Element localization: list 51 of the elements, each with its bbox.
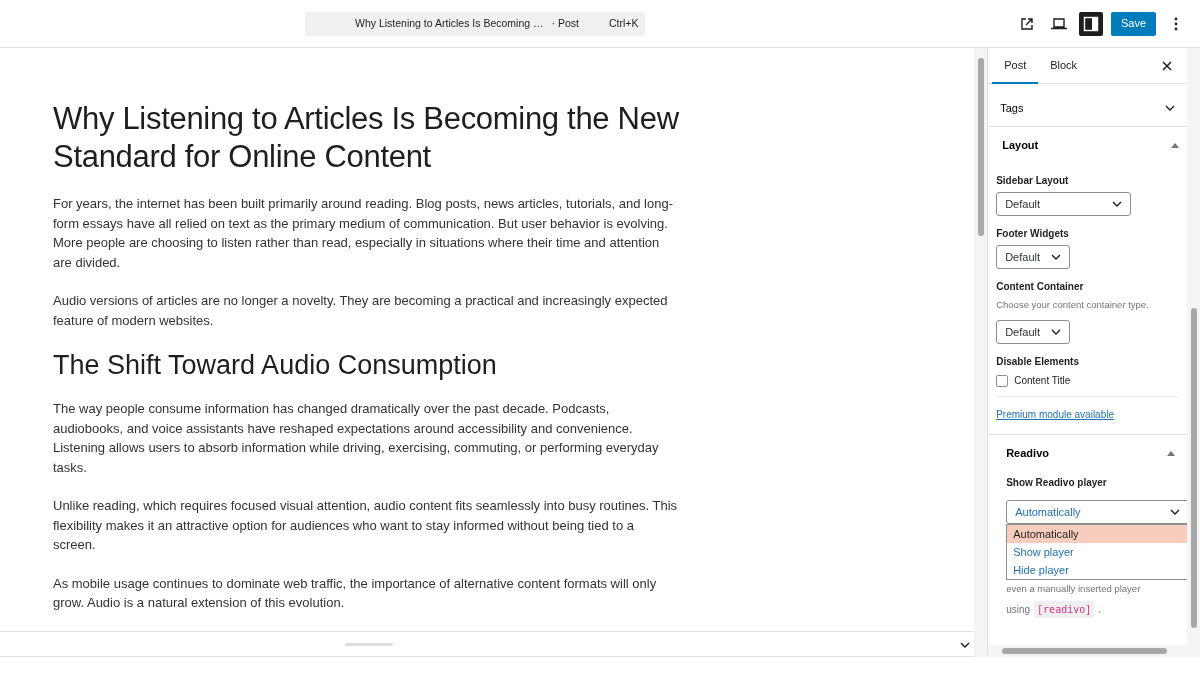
premium-link[interactable]: Premium module available	[996, 407, 1114, 423]
select-field[interactable]: Automatically	[1006, 500, 1187, 525]
chevron-icon	[960, 642, 971, 648]
external-link-icon[interactable]	[1019, 16, 1034, 31]
select-field[interactable]: Default	[996, 245, 1071, 269]
select-field[interactable]: Default	[996, 320, 1071, 345]
panel-header[interactable]: Layout	[996, 127, 1179, 163]
field-label: Footer Widgets	[996, 227, 1070, 241]
post-title[interactable]: Why Listening to Articles Is Becoming the New Standard for Online Content	[53, 100, 680, 176]
paragraph[interactable]: As mobile usage continues to dominate web traffic, the importance of alternative content formats will only grow. Audio is a natural extension of this evolution.	[53, 573, 680, 613]
resize-handle[interactable]	[345, 643, 393, 646]
dropdown-option[interactable]: Hide player	[1007, 561, 1187, 580]
close-icon[interactable]	[1162, 60, 1172, 71]
paragraph[interactable]: For years, the internet has been built primarily around reading. Blog posts, news articles, tutorials, and long-form essays have all relied on text as the primary medium of communication. But user behavior is evolving. More people are choosing to listen rather than read, especially in situations where their time and attention are divided.	[53, 194, 680, 272]
checkbox[interactable]	[996, 374, 1009, 387]
chevron-icon	[1051, 329, 1062, 336]
scrollbar-thumb[interactable]	[1002, 648, 1168, 654]
collapse-icon	[1167, 450, 1175, 456]
select-field[interactable]: Default	[996, 192, 1132, 216]
field-label: Sidebar Layout	[996, 174, 1070, 188]
chevron-icon	[1170, 509, 1180, 516]
command-palette-button[interactable]: Why Listening to Articles Is Becoming … · Post Ctrl+K	[305, 11, 645, 36]
checkbox-label: Content Title	[1014, 374, 1071, 389]
help-text: .	[1098, 602, 1102, 617]
panel-header[interactable]: Readivo	[1006, 435, 1175, 472]
dropdown-option[interactable]: Show player	[1007, 543, 1187, 562]
save-button[interactable]: Save	[1110, 11, 1156, 36]
sidebar-tab[interactable]: Post	[992, 48, 1039, 84]
more-options-icon[interactable]	[1174, 16, 1178, 31]
paragraph[interactable]: Unlike reading, which requires focused visual attention, audio content fits seamlessly into busy routines. This flexibility makes it an attractive option for audiences who want to stay informed without being tied to a screen.	[53, 496, 680, 555]
help-text: even a manually inserted player	[1006, 582, 1142, 597]
laptop-icon[interactable]	[1050, 17, 1067, 30]
code-snippet: [readivo]	[1034, 600, 1095, 618]
field-label: Show Readivo player	[1006, 476, 1108, 491]
chevron-icon	[1112, 201, 1123, 207]
paragraph[interactable]: Audio versions of articles are no longer a novelty. They are becoming a practical and increasingly expected feature of modern websites.	[53, 291, 680, 330]
sidebar-tab[interactable]: Block	[1038, 48, 1090, 84]
sidebar-toggle-button[interactable]	[1078, 11, 1103, 36]
scrollbar-thumb[interactable]	[978, 58, 985, 236]
chevron-icon	[1051, 254, 1062, 260]
help-text: Choose your content container type.	[996, 298, 1150, 312]
scrollbar-thumb[interactable]	[1191, 308, 1197, 628]
chevron-icon	[1165, 105, 1175, 111]
paragraph[interactable]: The way people consume information has changed dramatically over the past decade. Podcasts, audiobooks, and voice assistants have reshaped expectations around accessibility and convenience. Listening allows users to absorb information while driving, exercising, commuting, or performing everyday tasks.	[53, 399, 680, 477]
collapse-icon	[1171, 142, 1179, 148]
heading[interactable]: The Shift Toward Audio Consumption	[53, 349, 680, 381]
panel-header[interactable]: Tags	[1000, 90, 1175, 126]
help-text: using	[1006, 602, 1031, 617]
field-label: Disable Elements	[996, 355, 1080, 370]
dropdown-option[interactable]: Automatically	[1007, 525, 1187, 544]
field-label: Content Container	[996, 280, 1085, 294]
